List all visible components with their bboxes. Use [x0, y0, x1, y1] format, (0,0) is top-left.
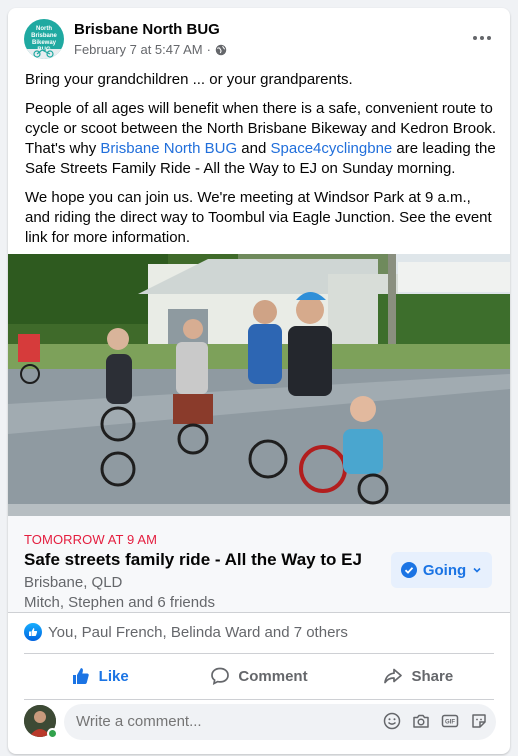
event-photo[interactable] — [8, 254, 510, 516]
paragraph-2-text-b: and — [237, 140, 271, 157]
like-reaction-icon — [24, 623, 42, 641]
divider — [24, 699, 494, 700]
check-circle-icon — [400, 562, 417, 578]
thumbs-up-icon — [72, 668, 89, 684]
divider — [8, 612, 510, 613]
post-paragraph-1: Bring your grandchildren ... or your gra… — [25, 71, 353, 88]
event-info[interactable]: TOMORROW AT 9 AM Safe streets family rid… — [8, 516, 510, 612]
svg-text:GIF: GIF — [445, 720, 455, 726]
post-card: North Brisbane Bikeway BUG Brisbane Nort… — [8, 8, 510, 754]
post-timestamp[interactable]: February 7 at 5:47 AM — [74, 42, 203, 57]
comment-tools: GIF — [383, 712, 488, 730]
comment-button[interactable]: Comment — [179, 656, 338, 696]
chevron-down-icon — [473, 567, 481, 573]
meta-separator: · — [206, 42, 211, 57]
going-label: Going — [422, 561, 467, 579]
dot-icon — [480, 36, 484, 40]
post-meta: February 7 at 5:47 AM · — [74, 42, 227, 57]
page-avatar[interactable]: North Brisbane Bikeway BUG — [24, 19, 64, 59]
more-options-button[interactable] — [468, 26, 496, 50]
dot-icon — [473, 36, 477, 40]
comment-icon — [211, 667, 230, 686]
going-button[interactable]: Going — [391, 552, 492, 588]
post-text: Bring your grandchildren ... or your gra… — [25, 70, 497, 257]
event-friends-going: Mitch, Stephen and 6 friends — [24, 594, 215, 611]
event-when: TOMORROW AT 9 AM — [24, 532, 158, 547]
comment-label: Comment — [238, 667, 308, 685]
reactions-text: You, Paul French, Belinda Ward and 7 oth… — [48, 623, 348, 641]
gif-icon[interactable]: GIF — [441, 712, 459, 730]
page-name[interactable]: Brisbane North BUG — [74, 21, 220, 38]
divider — [24, 653, 494, 654]
dot-icon — [487, 36, 491, 40]
like-label: Like — [98, 667, 129, 685]
emoji-icon[interactable] — [383, 712, 401, 730]
mention-space4cyclingbne-link[interactable]: Space4cyclingbne — [271, 140, 393, 157]
event-title[interactable]: Safe streets family ride - All the Way t… — [24, 550, 362, 570]
share-label: Share — [411, 667, 454, 685]
post-paragraph-2: People of all ages will benefit when the… — [25, 99, 497, 179]
event-location: Brisbane, QLD — [24, 574, 123, 591]
comment-input[interactable] — [76, 713, 356, 730]
bike-logo-icon — [24, 49, 64, 59]
comment-box[interactable]: GIF — [64, 704, 496, 740]
sticker-icon[interactable] — [470, 712, 488, 730]
online-status-dot — [47, 728, 58, 739]
post-header: North Brisbane Bikeway BUG Brisbane Nort… — [8, 8, 510, 70]
share-button[interactable]: Share — [339, 656, 498, 696]
mention-brisbane-north-bug-link[interactable]: Brisbane North BUG — [100, 140, 237, 157]
share-icon — [384, 668, 403, 684]
globe-icon — [215, 44, 227, 55]
like-button[interactable]: Like — [20, 656, 179, 696]
post-actions: Like Comment Share — [20, 656, 498, 696]
camera-icon[interactable] — [412, 712, 430, 730]
post-paragraph-3: We hope you can join us. We're meeting a… — [25, 189, 492, 246]
reactions-summary[interactable]: You, Paul French, Belinda Ward and 7 oth… — [24, 620, 348, 644]
